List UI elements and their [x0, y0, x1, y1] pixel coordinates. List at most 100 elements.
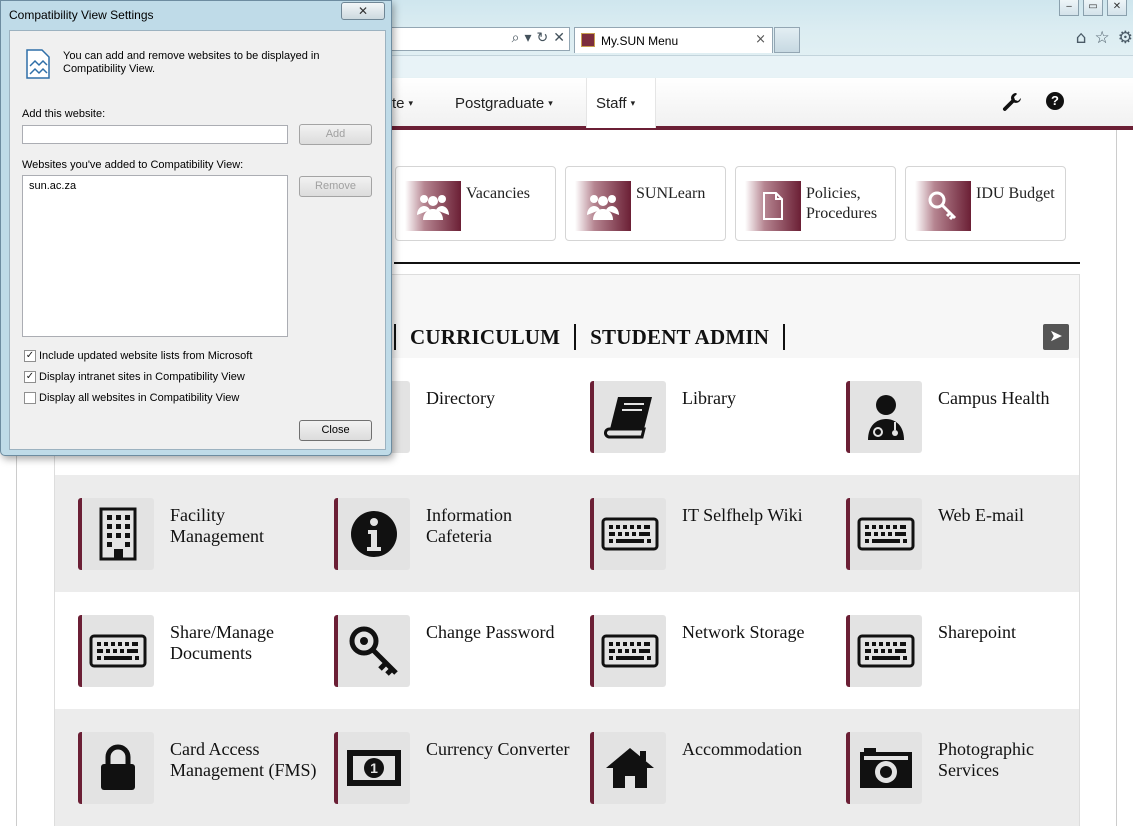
quick-link-vacancies[interactable]: Vacancies: [395, 166, 556, 241]
close-button[interactable]: Close: [299, 420, 372, 441]
checkbox-include-updated-lists[interactable]: ✓ Include updated website lists from Mic…: [24, 350, 252, 362]
service-information-cafeteria[interactable]: Information Cafeteria: [426, 505, 576, 547]
maximize-button[interactable]: ▭: [1083, 0, 1103, 16]
nav-staff[interactable]: Staff ▾: [596, 95, 635, 112]
keyboard-icon[interactable]: [590, 615, 666, 687]
service-directory[interactable]: Directory: [426, 388, 576, 409]
checkbox-label: Include updated website lists from Micro…: [39, 350, 253, 362]
service-card-access-management[interactable]: Card Access Management (FMS): [170, 739, 320, 781]
checkbox-all-websites[interactable]: Display all websites in Compatibility Vi…: [24, 392, 239, 404]
key-icon[interactable]: [334, 615, 410, 687]
favorites-icon[interactable]: ☆: [1095, 28, 1110, 48]
service-sharepoint[interactable]: Sharepoint: [938, 622, 1088, 643]
document-icon: [745, 181, 801, 231]
minimize-button[interactable]: ‒: [1059, 0, 1079, 16]
browser-tab-active[interactable]: My.SUN Menu ×: [574, 27, 773, 53]
service-web-email[interactable]: Web E-mail: [938, 505, 1088, 526]
remove-button[interactable]: Remove: [299, 176, 372, 197]
help-icon[interactable]: ?: [1046, 92, 1064, 110]
caret-down-icon: ▾: [548, 99, 553, 109]
tab-close-icon[interactable]: ×: [755, 32, 766, 47]
dialog-body: You can add and remove websites to be di…: [9, 30, 386, 450]
quick-link-sunlearn[interactable]: SUNLearn: [565, 166, 726, 241]
compatibility-view-dialog: Compatibility View Settings ✕ You can ad…: [0, 0, 392, 456]
service-accommodation[interactable]: Accommodation: [682, 739, 832, 760]
nav-postgraduate[interactable]: Postgraduate ▾: [455, 95, 553, 112]
add-website-label: Add this website:: [22, 108, 106, 120]
service-share-manage-documents[interactable]: Share/Manage Documents: [170, 622, 320, 664]
doctor-icon[interactable]: [846, 381, 922, 453]
list-item[interactable]: sun.ac.za: [29, 180, 281, 192]
checkbox-label: Display all websites in Compatibility Vi…: [39, 392, 240, 404]
service-change-password[interactable]: Change Password: [426, 622, 576, 643]
dialog-title: Compatibility View Settings: [9, 8, 154, 22]
keyboard-icon[interactable]: [590, 498, 666, 570]
next-arrow-icon[interactable]: ➤: [1043, 324, 1069, 350]
websites-list-label: Websites you've added to Compatibility V…: [22, 159, 244, 171]
tab-title: My.SUN Menu: [601, 34, 679, 48]
book-icon[interactable]: [590, 381, 666, 453]
people-icon: [575, 181, 631, 231]
checkbox-checked-icon[interactable]: ✓: [24, 350, 36, 362]
key-icon: [915, 181, 971, 231]
quick-link-label: Policies, Procedures: [806, 185, 878, 222]
nav-label: Postgraduate: [455, 95, 545, 112]
caret-down-icon: ▾: [630, 99, 636, 109]
category-tabs: CURRICULUM STUDENT ADMIN: [394, 322, 786, 352]
home-icon[interactable]: ⌂: [1076, 28, 1087, 48]
info-icon[interactable]: [334, 498, 410, 570]
keyboard-icon[interactable]: [78, 615, 154, 687]
tab-separator: [783, 324, 786, 350]
window-controls: ‒ ▭ ✕: [1059, 0, 1127, 16]
divider: [394, 262, 1080, 264]
dialog-intro-text: You can add and remove websites to be di…: [63, 50, 320, 75]
service-photographic-services[interactable]: Photographic Services: [938, 739, 1088, 781]
favicon-icon: [581, 33, 595, 47]
checkbox-label: Display intranet sites in Compatibility …: [39, 371, 245, 383]
service-currency-converter[interactable]: Currency Converter: [426, 739, 576, 760]
camera-icon[interactable]: [846, 732, 922, 804]
add-button[interactable]: Add: [299, 124, 372, 145]
svg-text:1: 1: [370, 760, 378, 776]
add-website-input[interactable]: [22, 125, 288, 144]
compatibility-view-icon: [25, 48, 51, 85]
house-icon[interactable]: [590, 732, 666, 804]
address-bar-icons: ⌕ ▾ ↻ ✕: [512, 30, 565, 46]
building-icon[interactable]: [78, 498, 154, 570]
quick-link-idu-budget[interactable]: IDU Budget: [905, 166, 1066, 241]
nav-label: te: [392, 95, 405, 112]
stop-icon[interactable]: ✕: [553, 30, 565, 46]
quick-link-label: Vacancies: [466, 185, 530, 202]
people-icon: [405, 181, 461, 231]
close-window-button[interactable]: ✕: [1107, 0, 1127, 16]
tab-curriculum[interactable]: CURRICULUM: [396, 325, 574, 350]
checkbox-unchecked-icon[interactable]: [24, 392, 36, 404]
quick-link-label: IDU Budget: [976, 185, 1055, 202]
dropdown-icon[interactable]: ▾: [525, 30, 532, 46]
tab-student-admin[interactable]: STUDENT ADMIN: [576, 325, 783, 350]
browser-toolbar-icons: ⌂ ☆ ⚙: [1076, 28, 1133, 48]
search-icon[interactable]: ⌕: [512, 30, 520, 46]
tools-icon[interactable]: ⚙: [1118, 28, 1133, 48]
keyboard-icon[interactable]: [846, 615, 922, 687]
checkbox-checked-icon[interactable]: ✓: [24, 371, 36, 383]
refresh-icon[interactable]: ↻: [537, 30, 549, 46]
wrench-icon[interactable]: [1002, 92, 1022, 117]
dialog-close-icon[interactable]: ✕: [341, 2, 385, 20]
service-campus-health[interactable]: Campus Health: [938, 388, 1088, 409]
service-network-storage[interactable]: Network Storage: [682, 622, 832, 643]
nav-undergraduate[interactable]: te ▾: [392, 95, 413, 112]
caret-down-icon: ▾: [408, 99, 414, 109]
address-bar[interactable]: ⌕ ▾ ↻ ✕: [392, 27, 570, 51]
new-tab-button[interactable]: [774, 27, 800, 53]
checkbox-intranet-sites[interactable]: ✓ Display intranet sites in Compatibilit…: [24, 371, 245, 383]
lock-icon[interactable]: [78, 732, 154, 804]
service-library[interactable]: Library: [682, 388, 832, 409]
nav-label: Staff: [596, 95, 627, 112]
keyboard-icon[interactable]: [846, 498, 922, 570]
service-facility-management[interactable]: Facility Management: [170, 505, 320, 547]
banknote-icon[interactable]: 1: [334, 732, 410, 804]
websites-list[interactable]: sun.ac.za: [22, 175, 288, 337]
quick-link-policies[interactable]: Policies, Procedures: [735, 166, 896, 241]
service-it-selfhelp-wiki[interactable]: IT Selfhelp Wiki: [682, 505, 832, 526]
